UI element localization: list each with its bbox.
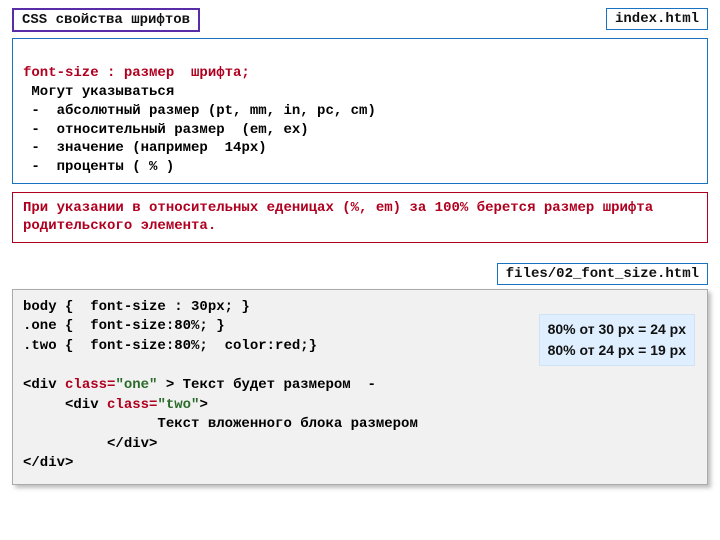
- panel-line-2: Могут указываться: [23, 84, 174, 100]
- panel-line-4: - относительный размер (em, ex): [23, 122, 309, 138]
- calc-line-2: 80% от 24 px = 19 px: [548, 340, 686, 361]
- panel-line-1: font-size : размер шрифта;: [23, 65, 250, 81]
- font-size-panel: font-size : размер шрифта; Могут указыва…: [12, 38, 708, 184]
- code-panel: 80% от 30 px = 24 px 80% от 24 px = 19 p…: [12, 289, 708, 485]
- calculation-box: 80% от 30 px = 24 px 80% от 24 px = 19 p…: [539, 314, 695, 366]
- code-line: Текст вложенного блока размером: [23, 415, 697, 435]
- page-title: CSS свойства шрифтов: [12, 8, 200, 32]
- file-label-example: files/02_font_size.html: [497, 263, 708, 285]
- panel-line-3: - абсолютный размер (pt, mm, in, pc, cm): [23, 103, 376, 119]
- code-line: <div class="one" > Текст будет размером …: [23, 376, 697, 396]
- file-label-index: index.html: [606, 8, 708, 30]
- panel-line-6: - проценты ( % ): [23, 159, 174, 175]
- panel-line-5: - значение (например 14px): [23, 140, 267, 156]
- calc-line-1: 80% от 30 px = 24 px: [548, 319, 686, 340]
- code-line: </div>: [23, 454, 697, 474]
- code-line: </div>: [23, 435, 697, 455]
- note-panel: При указании в относительных еденицах (%…: [12, 192, 708, 242]
- code-line: <div class="two">: [23, 396, 697, 416]
